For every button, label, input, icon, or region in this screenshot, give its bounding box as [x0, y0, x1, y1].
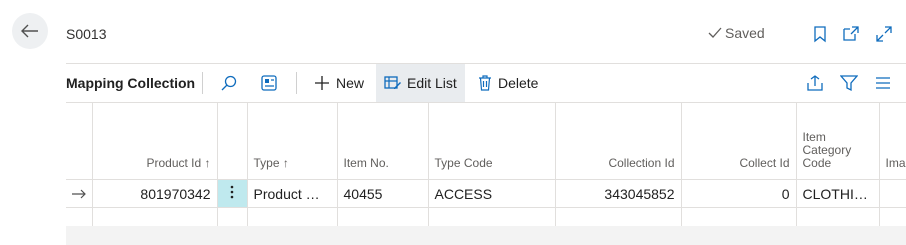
more-vertical-icon [230, 185, 234, 199]
back-button[interactable] [12, 13, 48, 49]
header-row: Product Id ↑ Type ↑ Item No. Type Code C… [66, 102, 906, 180]
column-header-type-code[interactable]: Type Code [428, 102, 556, 180]
table-row[interactable]: 801970342 Product Gr... 40455 ACCESS 343… [66, 179, 906, 208]
cell-image[interactable] [879, 179, 906, 208]
cell-product-id[interactable]: 801970342 [92, 179, 218, 208]
edit-list-icon [384, 76, 401, 89]
cell-type[interactable]: Product Gr... [247, 179, 338, 208]
plus-icon [315, 76, 329, 90]
bookmark-icon[interactable] [810, 24, 830, 44]
column-header-product-id[interactable]: Product Id ↑ [92, 102, 218, 180]
new-label: New [336, 75, 365, 91]
edit-list-label: Edit List [407, 75, 457, 91]
page-title: S0013 [66, 26, 107, 42]
cell-item-no[interactable]: 40455 [337, 179, 429, 208]
column-header-collect-id[interactable]: Collect Id [681, 102, 797, 180]
cell-item-category-code[interactable]: CLOTHING [796, 179, 880, 208]
cell-collection-id[interactable]: 343045852 [555, 179, 682, 208]
row-actions-button[interactable] [217, 179, 248, 208]
expand-icon[interactable] [874, 24, 894, 44]
search-icon[interactable] [218, 72, 240, 94]
edit-list-button[interactable]: Edit List [376, 64, 465, 102]
row-indicator [66, 179, 93, 208]
list-menu-icon[interactable] [872, 72, 894, 94]
column-header-image[interactable]: Image [879, 102, 906, 180]
column-header-type[interactable]: Type ↑ [247, 102, 338, 180]
share-icon[interactable] [804, 72, 826, 94]
action-bar: Mapping Collection New Edit List Delete [66, 63, 906, 103]
delete-button[interactable]: Delete [478, 64, 538, 102]
trash-icon [479, 75, 491, 91]
saved-label: Saved [725, 25, 765, 41]
checkmark-icon [708, 27, 722, 38]
column-header-collection-id[interactable]: Collection Id [555, 102, 682, 180]
separator [296, 72, 297, 94]
cell-collect-id[interactable]: 0 [681, 179, 797, 208]
page-header: S0013 Saved [66, 20, 906, 48]
grid-footer [66, 226, 906, 245]
column-header-item-category-code[interactable]: Item Category Code [796, 102, 880, 180]
filter-icon[interactable] [838, 72, 860, 94]
part-title: Mapping Collection [66, 75, 196, 91]
cell-type-code[interactable]: ACCESS [428, 179, 556, 208]
arrow-left-icon [21, 24, 38, 38]
new-button[interactable]: New [314, 64, 364, 102]
open-new-window-icon[interactable] [841, 24, 861, 44]
column-header-actions [217, 102, 248, 180]
column-header-item-no[interactable]: Item No. [337, 102, 429, 180]
delete-label: Delete [498, 75, 539, 91]
list-view-icon[interactable] [258, 72, 280, 94]
saved-status: Saved [708, 25, 765, 41]
arrow-right-icon [71, 189, 86, 198]
mapping-collection-grid: Product Id ↑ Type ↑ Item No. Type Code C… [66, 102, 906, 236]
separator [202, 72, 203, 94]
row-indicator-header [66, 102, 93, 180]
